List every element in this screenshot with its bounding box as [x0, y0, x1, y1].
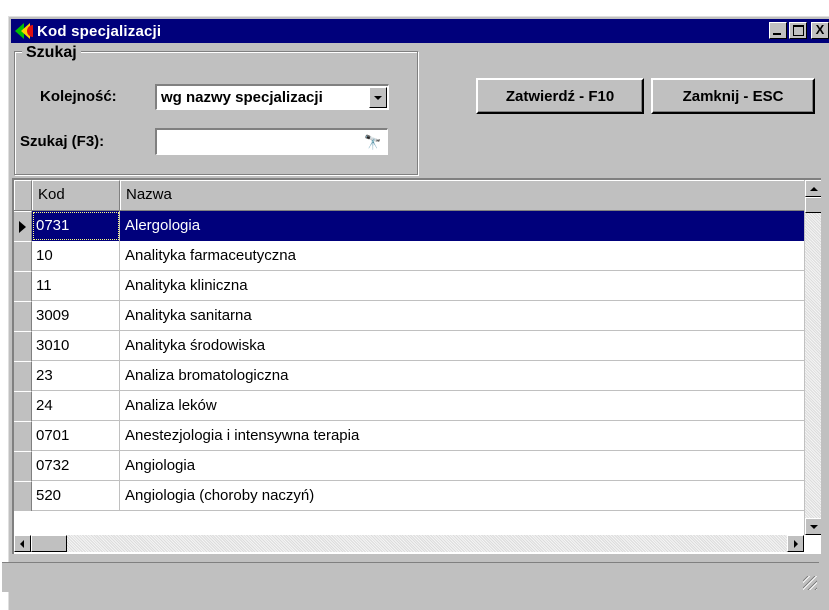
- chevron-down-icon: [374, 96, 382, 100]
- status-bar: [2, 562, 819, 592]
- binoculars-icon[interactable]: 🔭: [363, 133, 383, 151]
- table-row[interactable]: 11 Analityka kliniczna: [14, 271, 814, 301]
- groupbox-legend: Szukaj: [22, 44, 81, 62]
- cell-nazwa[interactable]: Analityka środowiska: [120, 331, 814, 361]
- arrow-down-icon: [810, 525, 818, 529]
- cell-nazwa[interactable]: Analityka farmaceutyczna: [120, 241, 814, 271]
- cell-nazwa[interactable]: Angiologia: [120, 451, 814, 481]
- minimize-icon: [773, 33, 781, 35]
- arrow-left-icon: [20, 540, 24, 548]
- current-row-arrow-icon: [19, 221, 26, 233]
- arrow-right-icon: [794, 540, 798, 548]
- cell-kod[interactable]: 0732: [32, 451, 120, 481]
- dropdown-arrow-button[interactable]: [369, 87, 387, 108]
- cell-nazwa[interactable]: Alergologia: [120, 211, 814, 241]
- app-logo-icon: [15, 22, 33, 40]
- cell-kod[interactable]: 3010: [32, 331, 120, 361]
- cell-kod[interactable]: 520: [32, 481, 120, 511]
- scroll-down-button[interactable]: [805, 518, 821, 535]
- column-header-kod[interactable]: Kod: [32, 180, 120, 210]
- cell-kod[interactable]: 0731: [32, 211, 120, 241]
- specializations-grid[interactable]: Kod Nazwa 0731 Alergologia 10 Analityka fa…: [12, 178, 821, 554]
- scroll-up-button[interactable]: [805, 180, 821, 197]
- search-label: Szukaj (F3):: [20, 133, 105, 150]
- scroll-left-button[interactable]: [14, 535, 31, 552]
- row-indicator: [14, 451, 32, 481]
- table-row[interactable]: 10 Analityka farmaceutyczna: [14, 241, 814, 271]
- arrow-up-icon: [810, 187, 818, 191]
- cell-kod[interactable]: 23: [32, 361, 120, 391]
- order-dropdown-value: wg nazwy specjalizacji: [161, 89, 323, 106]
- cell-nazwa[interactable]: Analiza leków: [120, 391, 814, 421]
- cell-nazwa[interactable]: Anestezjologia i intensywna terapia: [120, 421, 814, 451]
- grid-rows: 0731 Alergologia 10 Analityka farmaceutycz…: [14, 211, 814, 511]
- title-bar[interactable]: Kod specjalizacji X: [11, 19, 829, 43]
- table-row[interactable]: 520 Angiologia (choroby naczyń): [14, 481, 814, 511]
- table-row[interactable]: 0732 Angiologia: [14, 451, 814, 481]
- row-indicator: [14, 271, 32, 301]
- table-row[interactable]: 24 Analiza leków: [14, 391, 814, 421]
- header-indicator-cell: [14, 180, 32, 210]
- search-groupbox: [14, 51, 418, 175]
- table-row[interactable]: 23 Analiza bromatologiczna: [14, 361, 814, 391]
- row-indicator: [14, 421, 32, 451]
- cell-nazwa[interactable]: Analityka sanitarna: [120, 301, 814, 331]
- maximize-button[interactable]: [789, 22, 807, 39]
- cell-nazwa[interactable]: Analityka kliniczna: [120, 271, 814, 301]
- cell-kod[interactable]: 10: [32, 241, 120, 271]
- maximize-icon: [793, 25, 804, 36]
- row-indicator: [14, 301, 32, 331]
- cell-kod[interactable]: 24: [32, 391, 120, 421]
- column-header-nazwa[interactable]: Nazwa: [120, 180, 814, 210]
- window-title: Kod specjalizacji: [37, 22, 162, 40]
- table-row[interactable]: 0701 Anestezjologia i intensywna terapia: [14, 421, 814, 451]
- grid-header: Kod Nazwa: [14, 180, 814, 211]
- close-icon: X: [815, 22, 825, 37]
- order-label: Kolejność:: [40, 88, 117, 105]
- row-indicator: [14, 241, 32, 271]
- close-button[interactable]: X: [811, 22, 829, 39]
- vertical-scrollbar[interactable]: [804, 180, 821, 535]
- row-indicator: [14, 211, 32, 241]
- row-indicator: [14, 361, 32, 391]
- table-row[interactable]: 3010 Analityka środowiska: [14, 331, 814, 361]
- resize-grip-icon[interactable]: [803, 576, 817, 590]
- vertical-scroll-thumb[interactable]: [805, 197, 821, 213]
- cell-kod[interactable]: 11: [32, 271, 120, 301]
- search-input[interactable]: 🔭: [155, 128, 388, 155]
- order-dropdown[interactable]: wg nazwy specjalizacji: [155, 84, 389, 110]
- confirm-button[interactable]: Zatwierdź - F10: [476, 78, 644, 114]
- row-indicator: [14, 391, 32, 421]
- cell-kod[interactable]: 0701: [32, 421, 120, 451]
- row-indicator: [14, 331, 32, 361]
- horizontal-scroll-thumb[interactable]: [31, 535, 67, 552]
- row-indicator: [14, 481, 32, 511]
- horizontal-scrollbar[interactable]: [14, 535, 804, 552]
- table-row[interactable]: 3009 Analityka sanitarna: [14, 301, 814, 331]
- cell-nazwa[interactable]: Analiza bromatologiczna: [120, 361, 814, 391]
- close-dialog-button[interactable]: Zamknij - ESC: [651, 78, 815, 114]
- table-row[interactable]: 0731 Alergologia: [14, 211, 814, 241]
- minimize-button[interactable]: [769, 22, 787, 39]
- scroll-right-button[interactable]: [787, 535, 804, 552]
- cell-nazwa[interactable]: Angiologia (choroby naczyń): [120, 481, 814, 511]
- cell-kod[interactable]: 3009: [32, 301, 120, 331]
